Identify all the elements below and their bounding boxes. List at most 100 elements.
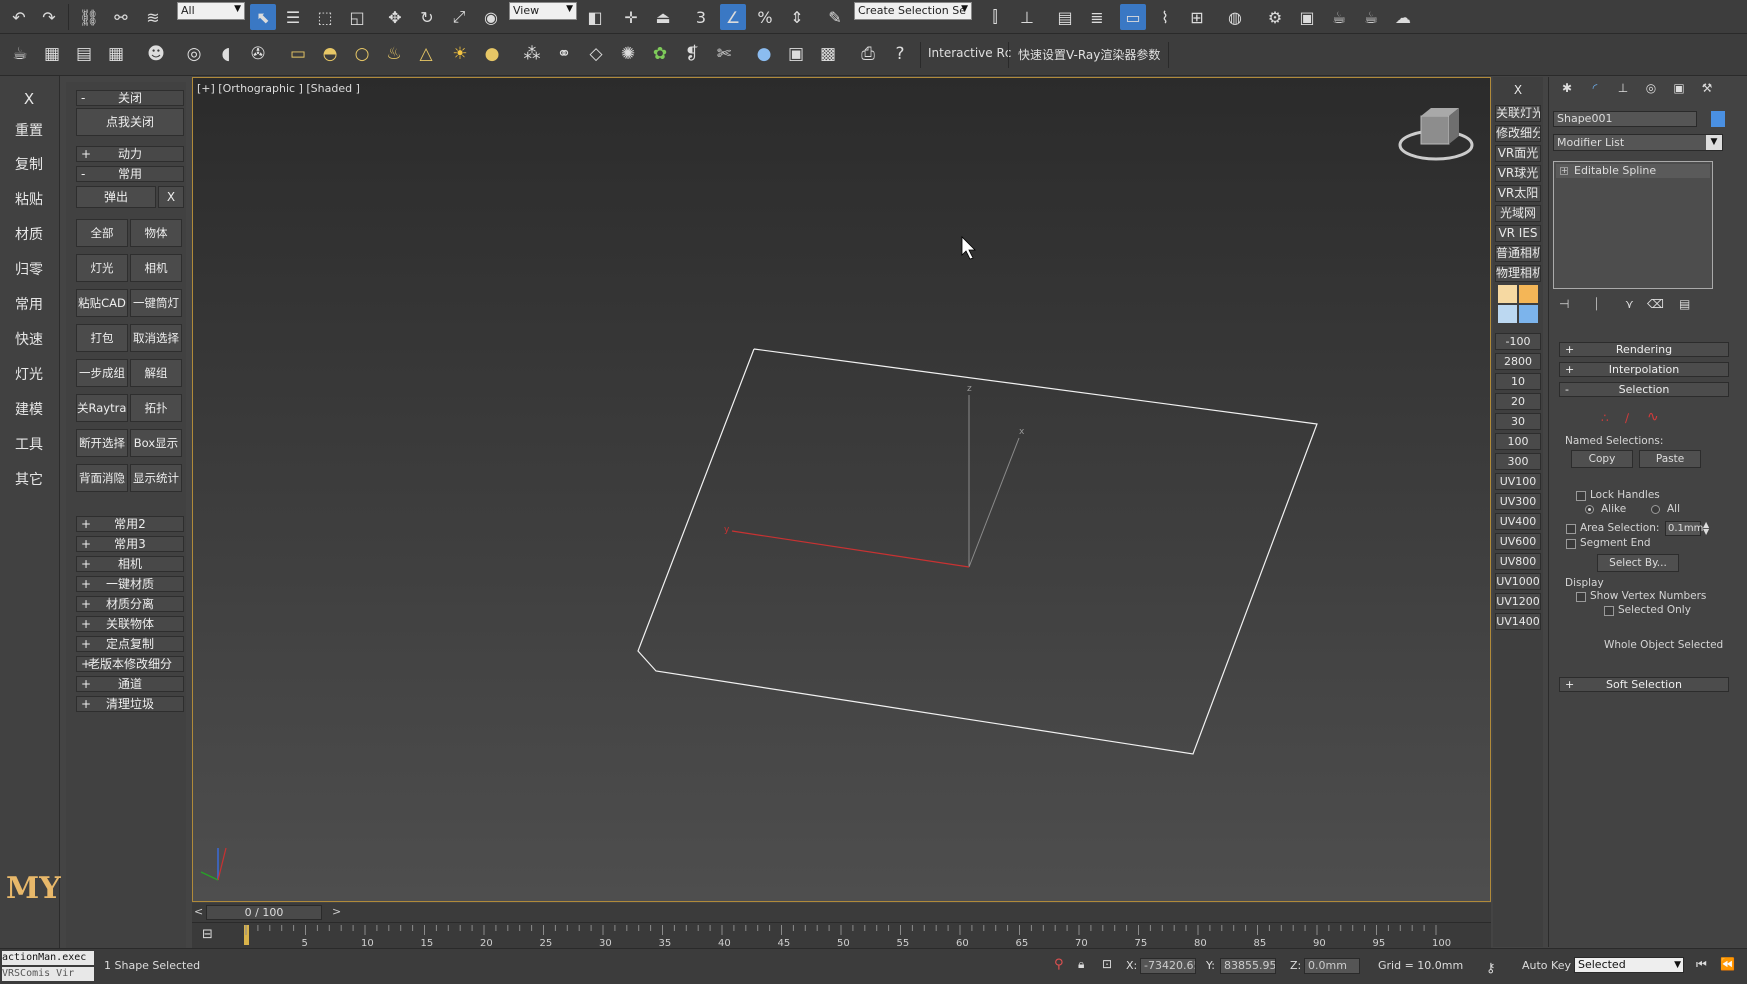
alike-radio[interactable] bbox=[1585, 505, 1594, 514]
help-icon[interactable]: ? bbox=[886, 40, 914, 68]
lock-handles-checkbox[interactable] bbox=[1576, 491, 1586, 501]
rollout-item[interactable]: + 定点复制 bbox=[76, 636, 184, 652]
calendar-icon[interactable]: ▦ bbox=[38, 40, 66, 68]
ribbon-icon[interactable]: ▭ bbox=[1120, 4, 1146, 30]
grass-icon[interactable]: ✿ bbox=[646, 40, 674, 68]
shortcut-copy[interactable]: 复制 bbox=[0, 154, 58, 174]
window-crossing-icon[interactable]: ◱ bbox=[344, 4, 370, 30]
vray-tool-button[interactable]: VR IES bbox=[1495, 225, 1541, 242]
bind-space-warp-icon[interactable]: ≋ bbox=[140, 4, 166, 30]
spinner-arrows-icon[interactable]: ▲ ▼ bbox=[1703, 521, 1709, 536]
time-prev-button[interactable]: < bbox=[194, 905, 206, 919]
swatch-3[interactable] bbox=[1519, 305, 1538, 323]
preset-value-button[interactable]: 30 bbox=[1495, 413, 1541, 430]
rollout-common[interactable]: - 常用 bbox=[76, 166, 184, 182]
snap-toggle-icon[interactable]: 3 bbox=[688, 4, 714, 30]
shortcut-common[interactable]: 常用 bbox=[0, 294, 58, 314]
render-region-icon[interactable]: ▩ bbox=[814, 40, 842, 68]
modifier-list-dropdown[interactable]: Modifier List ▼ bbox=[1553, 134, 1723, 151]
selection-filter-dropdown[interactable]: All ▼ bbox=[177, 2, 245, 20]
y-coord-field[interactable]: 83855.953 bbox=[1220, 958, 1276, 974]
render-iterative-icon[interactable]: ☕ bbox=[1358, 4, 1384, 30]
shortcut-zero[interactable]: 归零 bbox=[0, 259, 58, 279]
segment-mode-icon[interactable]: ∕ bbox=[1625, 411, 1629, 425]
curve-editor-icon[interactable]: ⌇ bbox=[1152, 4, 1178, 30]
common-button[interactable]: 断开选择 bbox=[76, 429, 128, 457]
time-slider[interactable]: < 0 / 100 > bbox=[192, 903, 1491, 922]
display-tab-icon[interactable]: ▣ bbox=[1667, 81, 1691, 101]
rollout-interpolation[interactable]: + Interpolation bbox=[1559, 362, 1729, 377]
keyboard-shortcut-icon[interactable]: ⏏ bbox=[650, 4, 676, 30]
stack-item-editable-spline[interactable]: Editable Spline bbox=[1556, 164, 1710, 178]
perspective-viewport[interactable]: [+] [Orthographic ] [Shaded ] z x y bbox=[192, 77, 1491, 902]
shortcut-material[interactable]: 材质 bbox=[0, 224, 58, 244]
common-button[interactable]: 全部 bbox=[76, 219, 128, 247]
teapot-icon[interactable]: ☕ bbox=[6, 40, 34, 68]
time-slider-thumb[interactable]: 0 / 100 bbox=[206, 905, 322, 920]
scale-icon[interactable]: ⤢ bbox=[446, 4, 472, 30]
swatch-0[interactable] bbox=[1498, 285, 1517, 303]
go-to-start-icon[interactable]: ⏮ bbox=[1696, 957, 1707, 972]
area-selection-checkbox[interactable] bbox=[1566, 524, 1576, 534]
hair-icon[interactable]: ❡ bbox=[678, 40, 706, 68]
common-button[interactable]: Box显示 bbox=[130, 429, 182, 457]
left-close-button[interactable]: X bbox=[0, 90, 58, 108]
show-end-result-icon[interactable]: ⏐ bbox=[1593, 297, 1600, 312]
scene-explorer-icon[interactable]: ▤ bbox=[1052, 4, 1078, 30]
selection-lock-icon[interactable]: 🔒︎ bbox=[1078, 957, 1084, 972]
preset-value-button[interactable]: -100 bbox=[1495, 333, 1541, 350]
rollout-item[interactable]: + 相机 bbox=[76, 556, 184, 572]
rollout-close[interactable]: - 关闭 bbox=[76, 90, 184, 106]
isolate-selection-icon[interactable]: ⚲ bbox=[1054, 957, 1064, 972]
paste-button[interactable]: Paste bbox=[1639, 450, 1701, 468]
plane-light-icon[interactable]: ▭ bbox=[284, 40, 312, 68]
common-button[interactable]: 灯光 bbox=[76, 254, 128, 282]
render-production-icon[interactable]: ☕ bbox=[1326, 4, 1352, 30]
sun-icon[interactable]: ☀ bbox=[446, 40, 474, 68]
common-button[interactable]: 显示统计 bbox=[130, 464, 182, 492]
key-icon[interactable]: ⚷ bbox=[1486, 961, 1496, 976]
rollout-rendering[interactable]: + Rendering bbox=[1559, 342, 1729, 357]
mesh-light-icon[interactable]: ♨ bbox=[380, 40, 408, 68]
common-button[interactable]: 物体 bbox=[130, 219, 182, 247]
auto-key-label[interactable]: Auto Key bbox=[1522, 959, 1571, 972]
film-reel-icon[interactable]: ✇ bbox=[244, 40, 272, 68]
ambient-light-icon[interactable]: ● bbox=[478, 40, 506, 68]
time-next-button[interactable]: > bbox=[332, 905, 344, 919]
preset-value-button[interactable]: UV1400 bbox=[1495, 613, 1541, 630]
ies-light-icon[interactable]: △ bbox=[412, 40, 440, 68]
common-button[interactable]: 一键筒灯 bbox=[130, 289, 182, 317]
make-unique-icon[interactable]: ⋎ bbox=[1625, 297, 1634, 311]
shortcut-other[interactable]: 其它 bbox=[0, 469, 58, 489]
modify-tab-icon[interactable]: ◜ bbox=[1583, 81, 1607, 101]
proxy-icon[interactable]: ⚭ bbox=[550, 40, 578, 68]
clipper-icon[interactable]: ✄ bbox=[710, 40, 738, 68]
shortcut-modeling[interactable]: 建模 bbox=[0, 399, 58, 419]
swatch-2[interactable] bbox=[1498, 305, 1517, 323]
vray-tool-button[interactable]: 修改细分 bbox=[1495, 125, 1541, 142]
speaker-icon[interactable]: ◖ bbox=[212, 40, 240, 68]
shortcut-paste[interactable]: 粘贴 bbox=[0, 189, 58, 209]
common-button[interactable]: 解组 bbox=[130, 359, 182, 387]
rollout-soft-selection[interactable]: + Soft Selection bbox=[1559, 677, 1729, 692]
preset-value-button[interactable]: UV600 bbox=[1495, 533, 1541, 550]
rollout-item[interactable]: + 常用3 bbox=[76, 536, 184, 552]
camera-rig-icon[interactable]: ◎ bbox=[180, 40, 208, 68]
all-radio[interactable] bbox=[1651, 505, 1660, 514]
interactive-render-label[interactable]: Interactive Rc bbox=[928, 46, 1011, 60]
redo-icon[interactable]: ↷ bbox=[36, 4, 62, 30]
vray-tool-button[interactable]: 普通相机 bbox=[1495, 245, 1541, 262]
rollout-item[interactable]: + 关联物体 bbox=[76, 616, 184, 632]
common-button[interactable]: 相机 bbox=[130, 254, 182, 282]
mirror-icon[interactable]: ⫿ bbox=[982, 4, 1008, 30]
selected-set-dropdown[interactable]: Selected ▼ bbox=[1574, 957, 1684, 973]
rotate-icon[interactable]: ↻ bbox=[414, 4, 440, 30]
rectangular-selection-icon[interactable]: ⬚ bbox=[312, 4, 338, 30]
popup-button[interactable]: 弹出 bbox=[76, 186, 156, 208]
reference-coord-dropdown[interactable]: View ▼ bbox=[509, 2, 577, 20]
shortcut-reset[interactable]: 重置 bbox=[0, 120, 58, 140]
render-setup-icon[interactable]: ⚙ bbox=[1262, 4, 1288, 30]
configure-modifier-sets-icon[interactable]: ▤ bbox=[1679, 297, 1690, 311]
pivot-center-icon[interactable]: ◧ bbox=[582, 4, 608, 30]
select-object-icon[interactable]: ⬉ bbox=[250, 4, 276, 30]
